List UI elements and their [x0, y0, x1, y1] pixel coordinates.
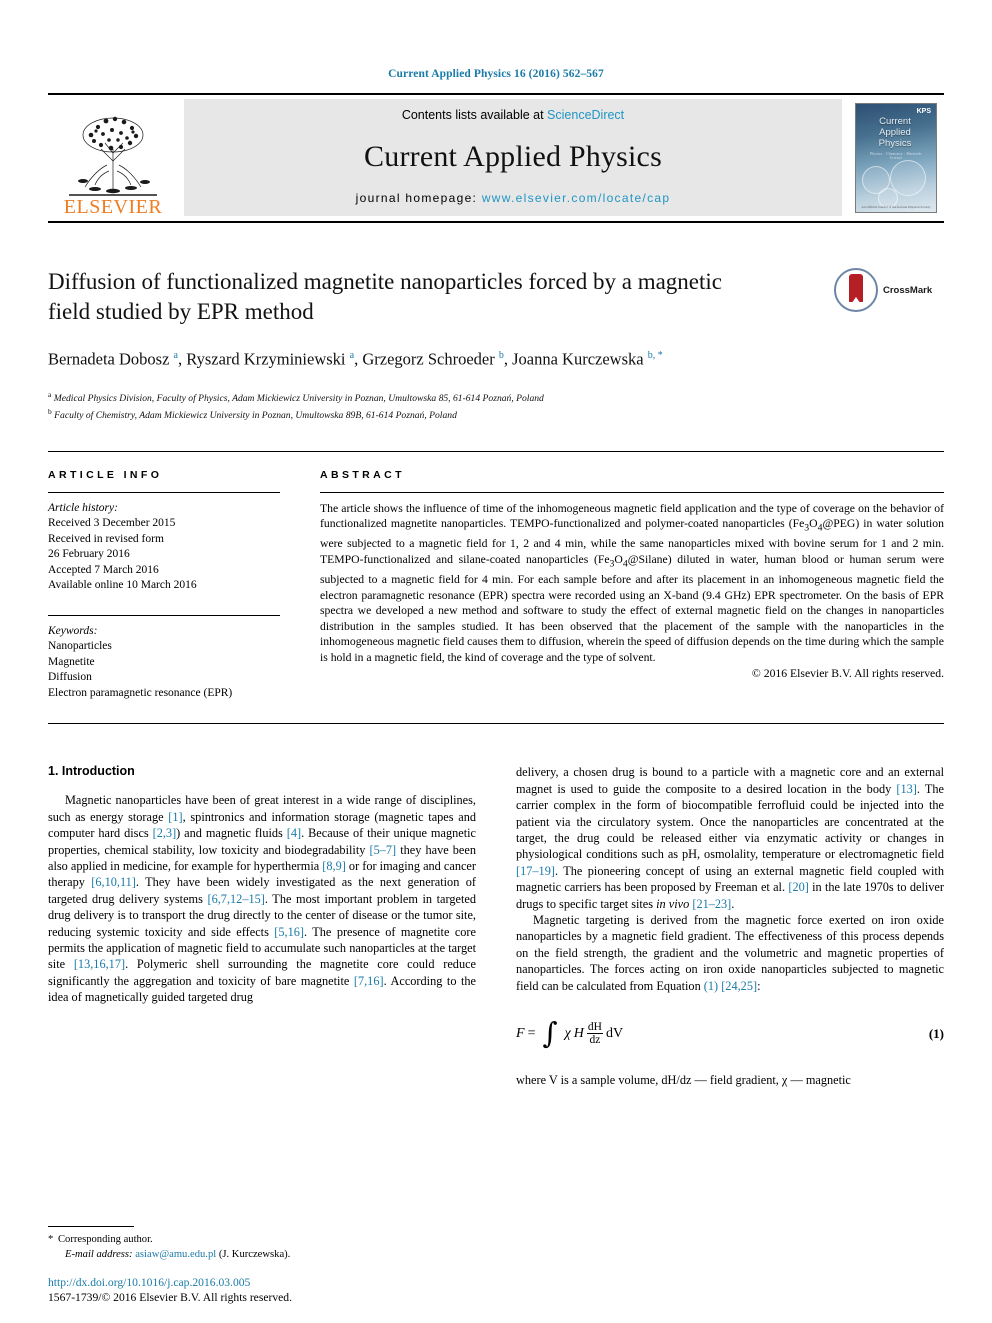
paragraph: where V is a sample volume, dH/dz — fiel…	[516, 1073, 851, 1088]
affiliation-item: b Faculty of Chemistry, Adam Mickiewicz …	[48, 405, 944, 423]
keywords-label: Keywords:	[48, 624, 98, 637]
fraction-denominator: dz	[589, 1034, 601, 1047]
abstract-copyright: © 2016 Elsevier B.V. All rights reserved…	[751, 667, 944, 681]
affiliation-list: a Medical Physics Division, Faculty of P…	[48, 388, 944, 423]
abstract-heading: ABSTRACT	[320, 468, 405, 481]
page-title: Diffusion of functionalized magnetite na…	[48, 269, 722, 324]
contents-lists-line: Contents lists available at ScienceDirec…	[402, 108, 624, 122]
banner-center: Contents lists available at ScienceDirec…	[184, 99, 842, 216]
contents-prefix: Contents lists available at	[401, 108, 548, 122]
history-item: Accepted 7 March 2016	[48, 563, 159, 576]
footnote-corresponding: * Corresponding author.	[48, 1233, 476, 1248]
corresponding-author-text: Corresponding author.	[57, 1234, 153, 1245]
cover-subtitle: Physics · Chemistry · Materials Science	[870, 152, 922, 160]
journal-title: Current Applied Physics	[364, 139, 662, 173]
affiliation-mark: a	[48, 389, 52, 399]
equation-equals: =	[527, 1025, 536, 1041]
author-list: Bernadeta Dobosz a, Ryszard Krzyminiewsk…	[48, 349, 663, 369]
article-history-label: Article history:	[48, 501, 118, 514]
equation-lhs: F	[516, 1025, 525, 1041]
cover-society-label: KPS	[916, 108, 931, 115]
elsevier-tree-icon	[69, 116, 157, 196]
keyword-item: Magnetite	[48, 655, 95, 668]
homepage-prefix: journal homepage:	[355, 191, 482, 205]
corresponding-author-footnote: * Corresponding author. E-mail address: …	[48, 1226, 476, 1262]
keyword-item: Diffusion	[48, 671, 92, 684]
banner-right: KPS Current Applied Physics Physics · Ch…	[848, 95, 944, 221]
email-link[interactable]: asiaw@amu.edu.pl	[135, 1249, 216, 1260]
crossmark-label: CrossMark	[883, 284, 933, 296]
keyword-item: Nanoparticles	[48, 640, 112, 653]
sciencedirect-link[interactable]: ScienceDirect	[547, 108, 624, 122]
abstract-column: ABSTRACT The article shows the influence…	[320, 469, 944, 702]
page-footer: http://dx.doi.org/10.1016/j.cap.2016.03.…	[48, 1275, 518, 1305]
body-column-left: 1. Introduction Magnetic nanoparticles h…	[48, 764, 476, 1088]
paragraph: delivery, a chosen drug is bound to a pa…	[516, 765, 944, 911]
cover-title-line-2: Applied	[879, 127, 911, 138]
equation-differential: dV	[605, 1025, 624, 1041]
body-columns: 1. Introduction Magnetic nanoparticles h…	[48, 723, 944, 1088]
abstract-text: The article shows the influence of time …	[320, 501, 945, 664]
issn-copyright: 1567-1739/© 2016 Elsevier B.V. All right…	[48, 1291, 292, 1304]
divider	[48, 1226, 134, 1227]
history-item: Available online 10 March 2016	[48, 579, 197, 592]
journal-homepage-line: journal homepage: www.elsevier.com/locat…	[356, 191, 671, 205]
equation-number: (1)	[928, 1025, 944, 1041]
divider	[48, 491, 280, 493]
paragraph: Magnetic nanoparticles have been of grea…	[48, 793, 477, 1005]
divider	[320, 491, 944, 493]
affiliation-item: a Medical Physics Division, Faculty of P…	[48, 388, 944, 406]
section-heading-introduction: 1. Introduction	[48, 764, 135, 779]
integral-icon: ∫	[542, 1016, 558, 1051]
info-abstract-section: ARTICLE INFO Article history: Received 3…	[48, 450, 944, 702]
journal-homepage-link[interactable]: www.elsevier.com/locate/cap	[482, 191, 671, 205]
article-history-list: Received 3 December 2015 Received in rev…	[48, 516, 280, 594]
email-label: E-mail address:	[65, 1248, 133, 1260]
elsevier-wordmark: ELSEVIER	[63, 196, 163, 218]
running-head: Current Applied Physics 16 (2016) 562–56…	[388, 68, 604, 80]
footnote-email: E-mail address: asiaw@amu.edu.pl (J. Kur…	[48, 1248, 476, 1263]
divider	[48, 614, 280, 616]
keyword-item: Electron paramagnetic resonance (EPR)	[48, 686, 233, 699]
equation-H: H	[573, 1025, 584, 1041]
paper-page: Current Applied Physics 16 (2016) 562–56…	[0, 0, 992, 1323]
fraction-numerator: dH	[586, 1021, 603, 1035]
equation-body: F = ∫ χH dH dz dV	[516, 1016, 624, 1051]
cover-title-line-3: Physics	[878, 138, 912, 149]
journal-cover-thumbnail: KPS Current Applied Physics Physics · Ch…	[855, 103, 937, 213]
publisher-logo: ELSEVIER	[48, 95, 178, 221]
paragraph: Magnetic targeting is derived from the m…	[516, 913, 944, 993]
affiliation-text: Faculty of Chemistry, Adam Mickiewicz Un…	[54, 410, 457, 422]
keywords-list: Nanoparticles Magnetite Diffusion Electr…	[48, 639, 280, 701]
cover-footer-text: An Official Journal of the Korean Physic…	[861, 205, 931, 209]
cover-title-line-1: Current	[879, 116, 911, 127]
cover-title: Current Applied Physics	[868, 116, 922, 149]
crossmark-badge[interactable]: CrossMark	[834, 267, 944, 313]
equation-1: F = ∫ χH dH dz dV (1)	[516, 1016, 944, 1051]
doi-link[interactable]: http://dx.doi.org/10.1016/j.cap.2016.03.…	[48, 1275, 518, 1290]
affiliation-mark: b	[48, 407, 52, 417]
journal-banner: ELSEVIER Contents lists available at Sci…	[48, 93, 944, 223]
email-owner: (J. Kurczewska).	[218, 1248, 291, 1260]
history-item: Received 3 December 2015	[48, 517, 176, 530]
equation-chi: χ	[564, 1025, 571, 1041]
title-block: CrossMark Diffusion of functionalized ma…	[48, 267, 944, 423]
asterisk-icon: *	[48, 1234, 56, 1245]
history-item: Received in revised form	[48, 532, 164, 545]
history-item: 26 February 2016	[48, 548, 130, 561]
equation-fraction: dH dz	[586, 1021, 603, 1047]
body-column-right: delivery, a chosen drug is bound to a pa…	[516, 764, 944, 1088]
crossmark-icon	[834, 268, 878, 312]
article-info-column: ARTICLE INFO Article history: Received 3…	[48, 469, 280, 702]
affiliation-text: Medical Physics Division, Faculty of Phy…	[53, 392, 544, 404]
keywords-group: Keywords: Nanoparticles Magnetite Diffus…	[48, 614, 280, 702]
article-info-heading: ARTICLE INFO	[48, 468, 163, 481]
